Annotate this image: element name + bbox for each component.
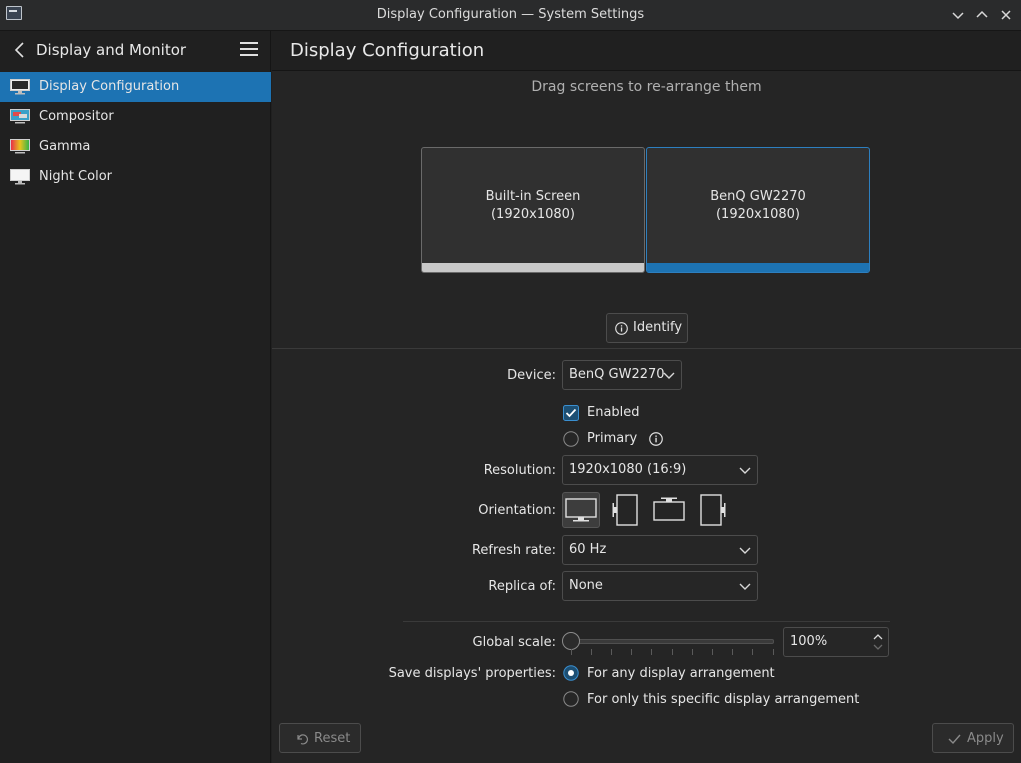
page-title: Display Configuration xyxy=(290,40,485,61)
night-color-icon xyxy=(10,169,30,185)
orientation-portrait-left-button[interactable] xyxy=(607,492,645,528)
slider-ticks xyxy=(571,649,774,655)
sidebar-header: Display and Monitor xyxy=(0,31,271,71)
resolution-value: 1920x1080 (16:9) xyxy=(569,462,687,477)
device-label: Device: xyxy=(507,368,556,383)
refresh-rate-value: 60 Hz xyxy=(569,542,607,557)
global-scale-slider[interactable] xyxy=(571,639,774,644)
device-value: BenQ GW2270 xyxy=(569,367,665,382)
primary-label: Primary xyxy=(587,431,638,446)
sidebar-title[interactable]: Display and Monitor xyxy=(36,41,186,59)
inverted-monitor-icon xyxy=(653,497,685,521)
arrange-hint: Drag screens to re-arrange them xyxy=(531,79,762,95)
portrait-right-monitor-icon xyxy=(700,494,726,526)
undo-icon xyxy=(297,734,308,745)
checkmark-icon xyxy=(948,734,961,745)
identify-label: Identify xyxy=(633,320,683,335)
sidebar-item-label: Night Color xyxy=(39,169,112,184)
sidebar-item-night-color[interactable]: Night Color xyxy=(0,162,271,192)
primary-radio[interactable] xyxy=(563,431,579,447)
monitor-icon xyxy=(10,79,30,95)
sidebar-item-label: Compositor xyxy=(39,109,114,124)
sidebar-item-gamma[interactable]: Gamma xyxy=(0,132,271,162)
sidebar-item-compositor[interactable]: Compositor xyxy=(0,102,271,132)
maximize-icon[interactable] xyxy=(972,5,992,25)
screen-name: BenQ GW2270 xyxy=(710,189,806,204)
orientation-landscape-button[interactable] xyxy=(562,492,600,528)
chevron-down-icon xyxy=(739,547,751,554)
info-icon[interactable] xyxy=(649,432,663,446)
screen-name: Built-in Screen xyxy=(485,189,581,204)
sidebar-item-label: Gamma xyxy=(39,139,91,154)
screen-resolution: (1920x1080) xyxy=(715,207,800,222)
slider-handle[interactable] xyxy=(562,632,580,650)
global-scale-label: Global scale: xyxy=(472,635,556,650)
info-icon xyxy=(615,322,628,335)
save-specific-arrangement-radio[interactable] xyxy=(563,691,579,707)
landscape-monitor-icon xyxy=(565,498,597,522)
window-title: Display Configuration — System Settings xyxy=(376,7,645,22)
close-icon[interactable] xyxy=(996,5,1016,25)
replica-select[interactable]: None xyxy=(562,571,758,601)
save-any-arrangement-radio[interactable] xyxy=(563,665,579,681)
reset-button[interactable]: Reset xyxy=(279,723,361,753)
device-select[interactable]: BenQ GW2270 xyxy=(562,360,682,390)
chevron-down-icon xyxy=(739,583,751,590)
identify-button[interactable]: Identify xyxy=(606,313,688,343)
chevron-down-icon xyxy=(663,372,675,379)
sidebar-item-display-configuration[interactable]: Display Configuration xyxy=(0,72,271,102)
screen-benq[interactable]: BenQ GW2270 (1920x1080) xyxy=(646,147,870,273)
enabled-label: Enabled xyxy=(587,405,640,420)
sidebar-item-label: Display Configuration xyxy=(39,79,180,94)
save-specific-arrangement-label: For only this specific display arrangeme… xyxy=(587,692,860,707)
refresh-rate-label: Refresh rate: xyxy=(471,543,556,558)
save-any-arrangement-label: For any display arrangement xyxy=(587,666,775,681)
reset-label: Reset xyxy=(314,731,351,746)
apply-label: Apply xyxy=(967,731,1004,746)
main-panel: Display Configuration Drag screens to re… xyxy=(272,31,1021,763)
replica-value: None xyxy=(569,578,603,593)
refresh-rate-select[interactable]: 60 Hz xyxy=(562,535,758,565)
chevron-down-icon xyxy=(739,467,751,474)
replica-label: Replica of: xyxy=(488,579,556,594)
global-scale-spinbox[interactable]: 100% xyxy=(783,627,889,657)
resolution-select[interactable]: 1920x1080 (16:9) xyxy=(562,455,758,485)
minimize-icon[interactable] xyxy=(948,5,968,25)
orientation-inverted-button[interactable] xyxy=(651,492,689,528)
apply-button[interactable]: Apply xyxy=(932,723,1014,753)
screen-resolution: (1920x1080) xyxy=(490,207,575,222)
portrait-left-monitor-icon xyxy=(612,494,638,526)
title-bar: Display Configuration — System Settings xyxy=(0,0,1021,31)
divider xyxy=(403,621,890,622)
hamburger-menu-icon[interactable] xyxy=(240,42,258,58)
resolution-label: Resolution: xyxy=(483,463,556,478)
orientation-label: Orientation: xyxy=(478,503,556,518)
back-arrow-icon[interactable] xyxy=(10,40,30,60)
main-header: Display Configuration xyxy=(272,31,1021,71)
divider xyxy=(272,348,1021,349)
gamma-icon xyxy=(10,139,30,155)
save-properties-label: Save displays' properties: xyxy=(388,666,556,681)
screen-bar xyxy=(647,263,869,272)
screen-built-in[interactable]: Built-in Screen (1920x1080) xyxy=(421,147,645,273)
spin-arrows-icon[interactable] xyxy=(872,631,884,653)
enabled-checkbox[interactable] xyxy=(563,405,579,421)
screen-bar xyxy=(422,263,644,272)
compositor-icon xyxy=(10,109,30,125)
orientation-portrait-right-button[interactable] xyxy=(695,492,733,528)
sidebar: Display and Monitor Display Configuratio… xyxy=(0,31,271,763)
global-scale-value: 100% xyxy=(790,634,828,649)
